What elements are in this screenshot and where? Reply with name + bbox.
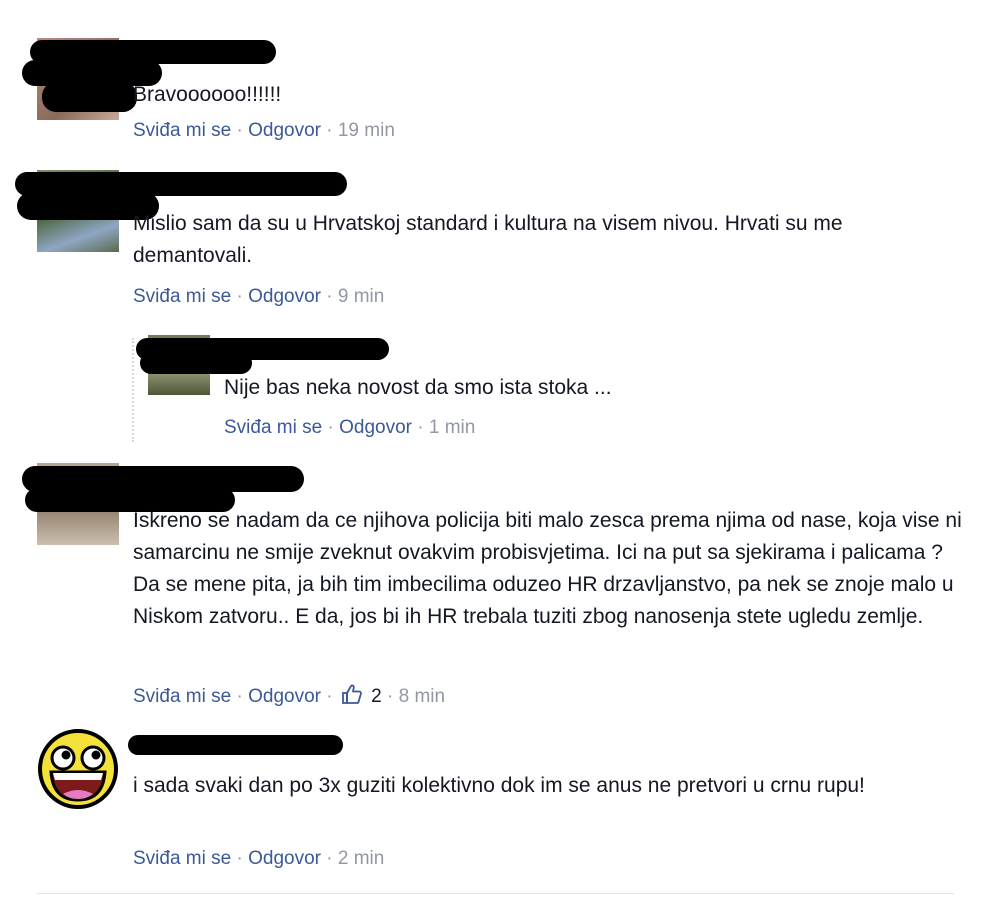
- comment-text: Bravoooooo!!!!!!: [133, 83, 282, 106]
- comment-actions: Sviđa mi se · Odgovor · 2 · 8 min: [133, 683, 445, 711]
- separator: ·: [326, 120, 333, 141]
- reply-thread-rail: [132, 338, 134, 442]
- separator: ·: [387, 686, 394, 707]
- comment-text: Mislio sam da su u Hrvatskoj standard i …: [133, 212, 843, 267]
- separator: ·: [236, 686, 243, 707]
- timestamp[interactable]: 19 min: [338, 120, 395, 141]
- reply-link[interactable]: Odgovor: [248, 686, 321, 707]
- timestamp[interactable]: 8 min: [399, 686, 445, 707]
- like-link[interactable]: Sviđa mi se: [133, 686, 231, 707]
- timestamp[interactable]: 9 min: [338, 286, 384, 307]
- thumbs-up-icon[interactable]: [341, 683, 363, 711]
- redacted-avatar-overlay: [42, 82, 137, 112]
- comment-text: Iskreno se nadam da ce njihova policija …: [133, 509, 962, 628]
- separator: ·: [236, 120, 243, 141]
- separator: ·: [417, 417, 424, 438]
- reply-link[interactable]: Odgovor: [248, 120, 321, 141]
- timestamp[interactable]: 2 min: [338, 848, 384, 869]
- like-link[interactable]: Sviđa mi se: [133, 286, 231, 307]
- awesome-face-icon[interactable]: [37, 728, 119, 810]
- separator: ·: [236, 286, 243, 307]
- separator: ·: [236, 848, 243, 869]
- divider: [37, 893, 954, 894]
- like-link[interactable]: Sviđa mi se: [133, 848, 231, 869]
- reply-link[interactable]: Odgovor: [248, 848, 321, 869]
- like-count[interactable]: 2: [371, 686, 382, 707]
- timestamp[interactable]: 1 min: [429, 417, 475, 438]
- reply-actions: Sviđa mi se · Odgovor · 1 min: [224, 417, 475, 439]
- separator: ·: [327, 417, 334, 438]
- separator: ·: [326, 286, 333, 307]
- like-link[interactable]: Sviđa mi se: [133, 120, 231, 141]
- separator: ·: [326, 686, 333, 707]
- comment-actions: Sviđa mi se · Odgovor · 9 min: [133, 286, 384, 308]
- comment-actions: Sviđa mi se · Odgovor · 19 min: [133, 120, 395, 142]
- reply-link[interactable]: Odgovor: [248, 286, 321, 307]
- redacted-author-name: [128, 735, 343, 755]
- reply-link[interactable]: Odgovor: [339, 417, 412, 438]
- comment-actions: Sviđa mi se · Odgovor · 2 min: [133, 848, 384, 870]
- reply-text: Nije bas neka novost da smo ista stoka .…: [224, 376, 612, 399]
- redacted-avatar-overlay: [140, 352, 252, 374]
- separator: ·: [326, 848, 333, 869]
- comment-text: i sada svaki dan po 3x guziti kolektivno…: [133, 774, 865, 797]
- like-link[interactable]: Sviđa mi se: [224, 417, 322, 438]
